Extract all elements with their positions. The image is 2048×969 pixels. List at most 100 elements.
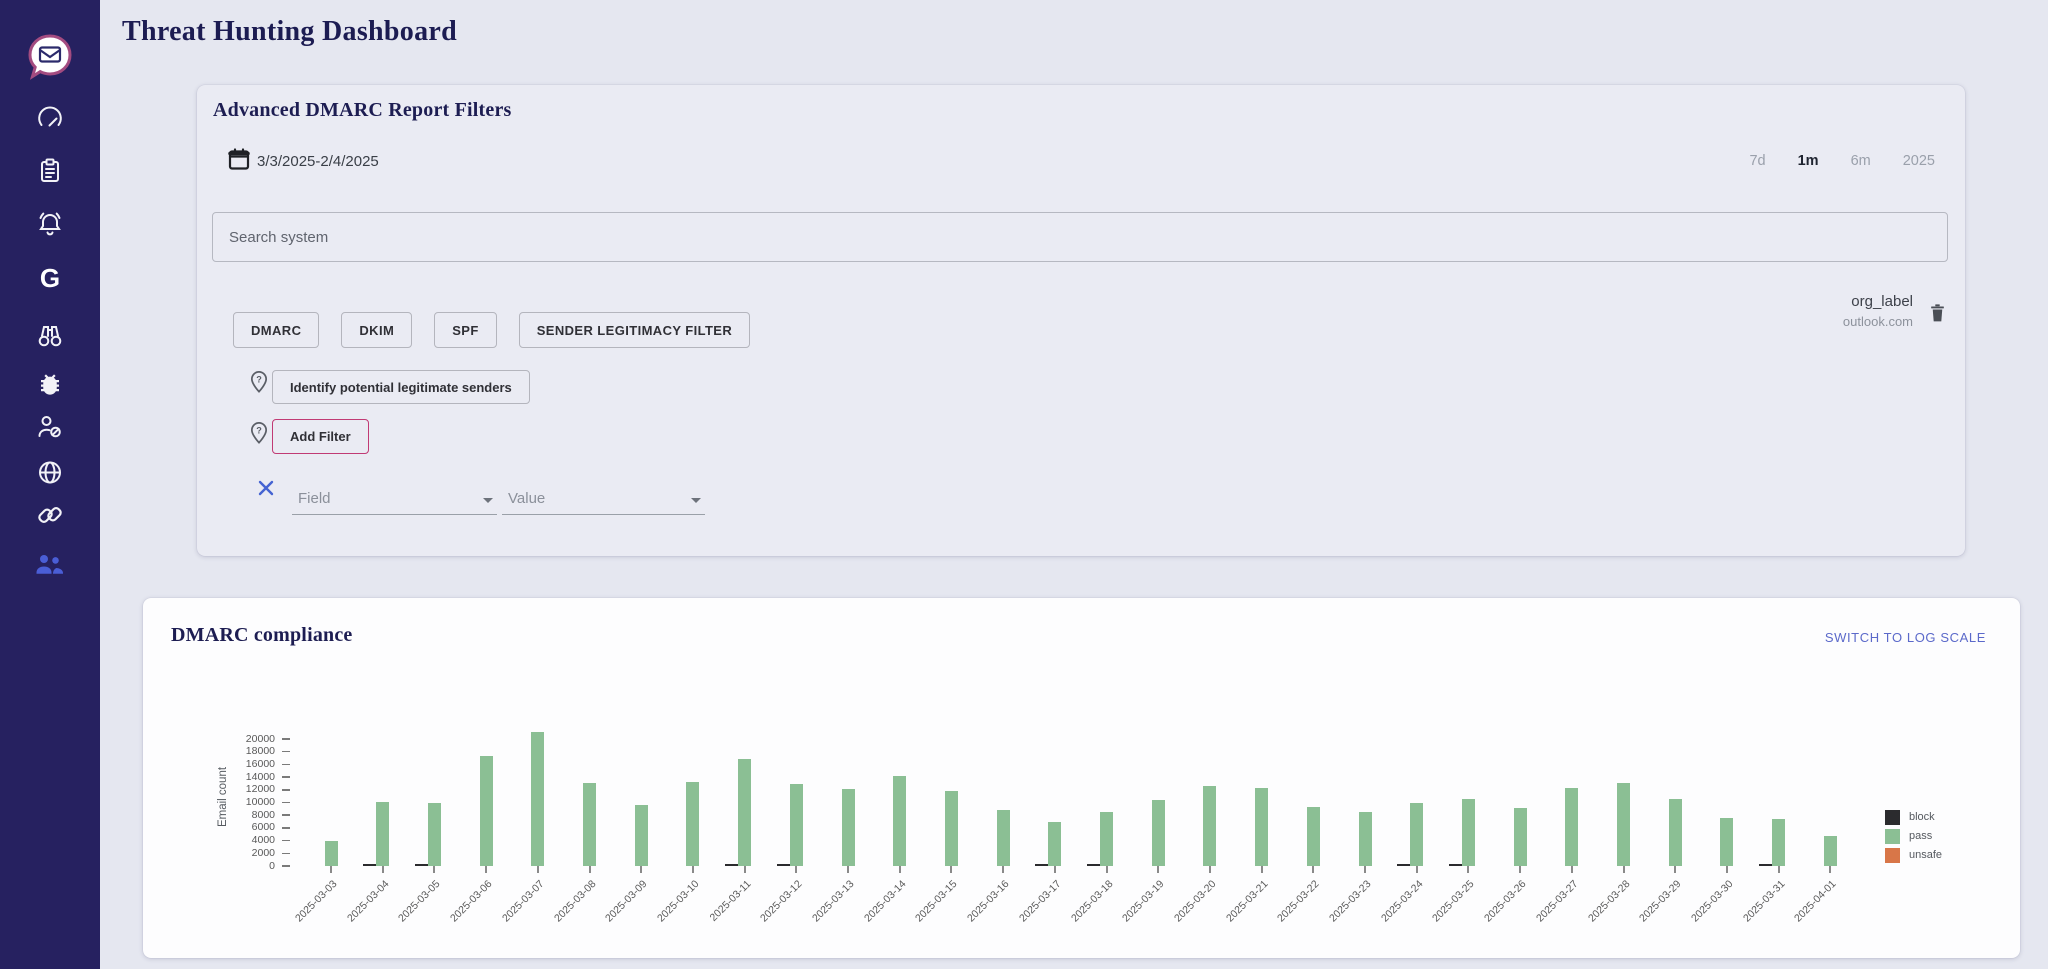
bar-pass xyxy=(1048,822,1061,866)
x-tick-mark xyxy=(744,866,746,873)
x-tick-mark xyxy=(1726,866,1728,873)
legend-label-unsafe: unsafe xyxy=(1909,849,1942,861)
x-tick-mark xyxy=(692,866,694,873)
x-tick-mark xyxy=(485,866,487,873)
bar-pass xyxy=(1462,799,1475,866)
domains-globe-icon[interactable] xyxy=(37,459,64,491)
report-clipboard-icon[interactable] xyxy=(36,157,64,190)
org-filter-tag: org_label outlook.com xyxy=(1843,293,1913,329)
bar-pass xyxy=(531,732,544,866)
filter-field-select[interactable]: Field xyxy=(292,487,497,515)
bar-pass xyxy=(1255,788,1268,866)
y-tick-mark xyxy=(282,840,290,842)
alerts-bell-icon[interactable] xyxy=(36,210,64,243)
legend-swatch-pass xyxy=(1885,829,1900,844)
bar-pass xyxy=(1772,819,1785,866)
bar-pass xyxy=(893,776,906,866)
bar-block xyxy=(363,864,376,866)
bar-pass xyxy=(635,805,648,866)
bar-pass xyxy=(1307,807,1320,866)
filter-value-placeholder: Value xyxy=(508,490,545,507)
bar-block xyxy=(1397,864,1410,866)
filter-chip-sender-legitimacy-filter[interactable]: SENDER LEGITIMACY FILTER xyxy=(519,312,750,348)
bar-pass xyxy=(1720,818,1733,866)
x-tick-mark xyxy=(1778,866,1780,873)
range-option-6m[interactable]: 6m xyxy=(1851,153,1871,169)
x-tick-mark xyxy=(1519,866,1521,873)
range-option-2025[interactable]: 2025 xyxy=(1903,153,1935,169)
y-tick-label: 20000 xyxy=(203,733,275,745)
bar-pass xyxy=(1669,799,1682,866)
x-tick-mark xyxy=(847,866,849,873)
bar-block xyxy=(777,864,790,866)
identify-legitimate-senders-button[interactable]: Identify potential legitimate senders xyxy=(272,370,530,404)
y-tick-mark xyxy=(282,751,290,753)
hunt-binoculars-icon[interactable] xyxy=(36,322,64,354)
x-tick-mark xyxy=(589,866,591,873)
y-tick-label: 10000 xyxy=(203,796,275,808)
bar-pass xyxy=(325,841,338,866)
y-tick-label: 0 xyxy=(203,860,275,872)
y-tick-mark xyxy=(282,789,290,791)
bar-pass xyxy=(1514,808,1527,866)
delete-org-filter-button[interactable] xyxy=(1928,303,1947,327)
svg-text:?: ? xyxy=(256,425,262,435)
dashboard-gauge-icon[interactable] xyxy=(36,105,64,138)
threats-bug-icon[interactable] xyxy=(37,371,64,403)
app-logo-mail-pin-icon[interactable] xyxy=(26,33,74,86)
bar-pass xyxy=(480,756,493,866)
advanced-filters-card: Advanced DMARC Report Filters 3/3/2025-2… xyxy=(197,85,1965,556)
help-pin-icon: ? xyxy=(248,420,270,451)
filter-chip-dmarc[interactable]: DMARC xyxy=(233,312,319,348)
bar-pass xyxy=(428,803,441,867)
bar-pass xyxy=(1359,812,1372,866)
bar-block xyxy=(725,864,738,866)
y-tick-label: 6000 xyxy=(203,821,275,833)
help-pin-icon: ? xyxy=(248,369,270,400)
protocol-filter-chips: DMARC DKIM SPF SENDER LEGITIMACY FILTER xyxy=(233,312,750,348)
y-tick-mark xyxy=(282,764,290,766)
remove-filter-row-icon[interactable] xyxy=(257,479,275,500)
bar-pass xyxy=(1203,786,1216,866)
users-people-icon[interactable] xyxy=(34,552,66,581)
x-tick-mark xyxy=(1829,866,1831,873)
svg-text:?: ? xyxy=(256,374,262,384)
y-tick-label: 2000 xyxy=(203,847,275,859)
legend-swatch-unsafe xyxy=(1885,848,1900,863)
bar-pass xyxy=(738,759,751,866)
y-tick-mark xyxy=(282,865,290,867)
bar-block xyxy=(415,864,428,866)
org-filter-domain: outlook.com xyxy=(1843,314,1913,329)
org-filter-label: org_label xyxy=(1843,293,1913,310)
date-range-value[interactable]: 3/3/2025-2/4/2025 xyxy=(257,153,379,170)
search-input[interactable] xyxy=(212,212,1948,262)
page-title: Threat Hunting Dashboard xyxy=(122,16,457,48)
range-option-1m[interactable]: 1m xyxy=(1798,153,1819,169)
blocked-user-icon[interactable] xyxy=(36,414,64,445)
bar-block xyxy=(1449,864,1462,866)
y-tick-mark xyxy=(282,776,290,778)
bar-pass xyxy=(945,791,958,866)
add-filter-button[interactable]: Add Filter xyxy=(272,419,369,454)
filter-field-placeholder: Field xyxy=(298,490,331,507)
filter-chip-spf[interactable]: SPF xyxy=(434,312,496,348)
x-tick-mark xyxy=(1571,866,1573,873)
bar-block xyxy=(1759,864,1772,866)
bar-pass xyxy=(1617,783,1630,866)
partners-handshake-icon[interactable] xyxy=(35,501,65,534)
filter-value-select[interactable]: Value xyxy=(502,487,705,515)
y-tick-label: 12000 xyxy=(203,783,275,795)
dmarc-compliance-bar-chart: Email count 0200040006000800010000120001… xyxy=(143,598,2020,958)
bar-pass xyxy=(997,810,1010,866)
bar-pass xyxy=(1565,788,1578,866)
y-tick-label: 16000 xyxy=(203,758,275,770)
range-option-7d[interactable]: 7d xyxy=(1749,153,1765,169)
filter-chip-dkim[interactable]: DKIM xyxy=(341,312,412,348)
x-tick-mark xyxy=(537,866,539,873)
y-tick-mark xyxy=(282,738,290,740)
x-tick-mark xyxy=(640,866,642,873)
bar-pass xyxy=(686,782,699,866)
calendar-icon[interactable] xyxy=(227,147,251,176)
legend-label-block: block xyxy=(1909,811,1935,823)
google-g-icon[interactable]: G xyxy=(35,263,65,300)
